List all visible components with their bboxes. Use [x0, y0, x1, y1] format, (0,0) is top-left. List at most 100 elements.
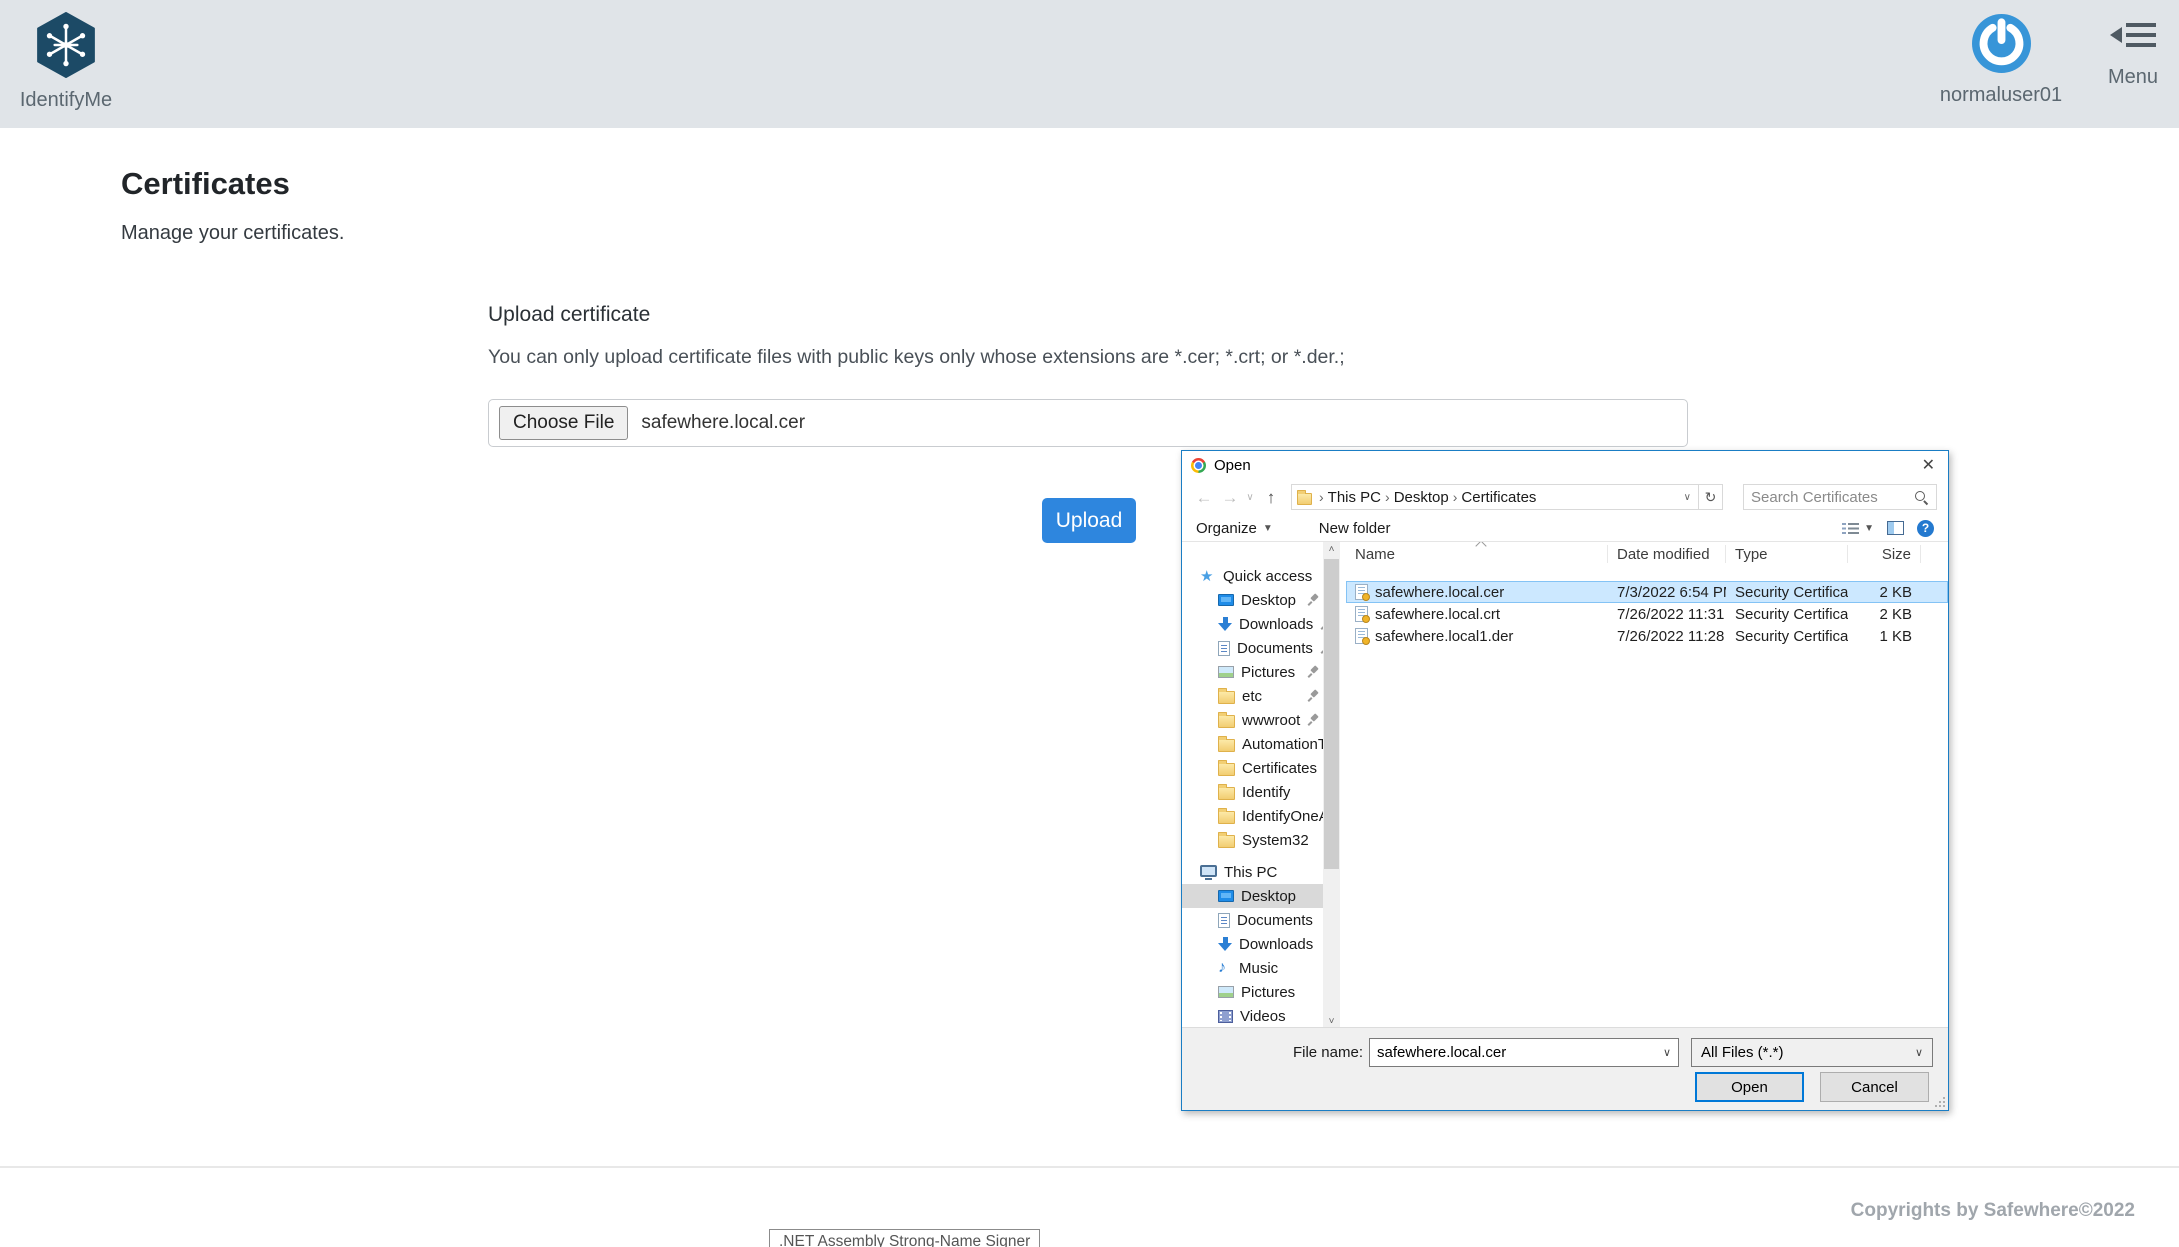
address-dropdown-icon[interactable]: ∨ [1684, 492, 1693, 503]
footer-divider [0, 1166, 2179, 1168]
resize-grip[interactable] [1943, 1105, 1945, 1107]
open-dialog: Open ✕ ← → ∨ ↑ ›This PC›Desktop›Certific… [1181, 450, 1949, 1111]
sidebar-item-label: This PC [1224, 864, 1277, 881]
pin-icon [1307, 690, 1319, 702]
search-icon [1914, 490, 1929, 505]
file-row-safewhere-local-cer[interactable]: safewhere.local.cer7/3/2022 6:54 PMSecur… [1346, 581, 1948, 603]
file-size: 2 KB [1848, 584, 1921, 601]
upload-button[interactable]: Upload [1042, 498, 1136, 543]
new-folder-button[interactable]: New folder [1319, 520, 1391, 537]
sidebar-item-videos[interactable]: Videos [1182, 1004, 1323, 1028]
pin-icon [1307, 594, 1319, 606]
sidebar-item-pictures[interactable]: Pictures [1182, 660, 1323, 684]
scroll-down-icon[interactable]: ˅ [1323, 1016, 1340, 1027]
file-date-modified: 7/26/2022 11:28 AM [1608, 628, 1726, 645]
sidebar-item-desktop[interactable]: Desktop [1182, 884, 1323, 908]
view-mode-button[interactable]: ▼ [1842, 522, 1874, 535]
menu-button[interactable]: Menu [2090, 14, 2176, 89]
page-title: Certificates [121, 166, 290, 202]
scroll-up-icon[interactable]: ˄ [1323, 544, 1340, 555]
preview-pane-icon[interactable] [1887, 521, 1904, 535]
breadcrumb-separator-icon: › [1315, 489, 1328, 505]
sidebar-item-wwwroot[interactable]: wwwroot [1182, 708, 1323, 732]
sidebar-item-system32[interactable]: System32 [1182, 828, 1323, 852]
folder-icon [1218, 835, 1235, 848]
chevron-down-icon[interactable]: ∨ [1663, 1046, 1671, 1059]
breadcrumb-segment-certificates[interactable]: Certificates [1461, 489, 1536, 506]
folder-icon [1218, 691, 1235, 704]
sidebar-item-documents[interactable]: Documents [1182, 908, 1323, 932]
sidebar-item-label: System32 [1242, 832, 1309, 849]
close-icon[interactable]: ✕ [1922, 455, 1935, 475]
upload-heading: Upload certificate [488, 303, 650, 327]
sidebar-item-label: etc [1242, 688, 1262, 705]
up-icon[interactable]: ↑ [1257, 489, 1285, 506]
organize-button[interactable]: Organize ▼ [1196, 520, 1273, 537]
breadcrumb[interactable]: ›This PC›Desktop›Certificates ∨ [1291, 484, 1699, 510]
dialog-sidebar: ★Quick accessDesktopDownloadsDocumentsPi… [1182, 542, 1323, 1029]
sidebar-item-pictures[interactable]: Pictures [1182, 980, 1323, 1004]
column-header-date-modified[interactable]: Date modified [1608, 545, 1726, 563]
chosen-file-name: safewhere.local.cer [641, 412, 805, 434]
folder-icon [1218, 811, 1235, 824]
file-row-safewhere-local-crt[interactable]: safewhere.local.crt7/26/2022 11:31 AMSec… [1346, 603, 1948, 625]
sidebar-scrollbar[interactable]: ˄ ˅ [1323, 542, 1340, 1029]
sidebar-item-this-pc[interactable]: This PC [1182, 860, 1323, 884]
open-button[interactable]: Open [1695, 1072, 1804, 1102]
file-row-safewhere-local1-der[interactable]: safewhere.local1.der7/26/2022 11:28 AMSe… [1346, 625, 1948, 647]
file-name-combo[interactable]: safewhere.local.cer ∨ [1369, 1038, 1679, 1067]
sidebar-item-automationt[interactable]: AutomationT [1182, 732, 1323, 756]
upload-description: You can only upload certificate files wi… [488, 346, 1345, 369]
sidebar-item-etc[interactable]: etc [1182, 684, 1323, 708]
back-icon[interactable]: ← [1191, 489, 1217, 506]
downloads-icon [1218, 617, 1232, 632]
refresh-button[interactable]: ↻ [1699, 484, 1723, 510]
breadcrumb-segment-desktop[interactable]: Desktop [1394, 489, 1449, 506]
sidebar-item-downloads[interactable]: Downloads [1182, 612, 1323, 636]
menu-label: Menu [2090, 66, 2176, 89]
search-input[interactable] [1751, 489, 1914, 506]
screen: IdentifyMe normaluser01 Menu Certificate… [0, 0, 2179, 1247]
sidebar-item-certificates[interactable]: Certificates [1182, 756, 1323, 780]
copyright-text: Copyrights by Safewhere©2022 [1851, 1200, 2135, 1222]
sidebar-item-identify[interactable]: Identify [1182, 780, 1323, 804]
thispc-icon [1200, 865, 1217, 877]
file-list: Name Date modified Type Size safewhere.l… [1346, 542, 1948, 1029]
dialog-titlebar[interactable]: Open ✕ [1182, 451, 1948, 479]
folder-icon [1218, 739, 1235, 752]
breadcrumb-segment-this-pc[interactable]: This PC [1328, 489, 1381, 506]
sidebar-item-desktop[interactable]: Desktop [1182, 588, 1323, 612]
sidebar-item-label: Documents [1237, 912, 1313, 929]
folder-icon [1218, 787, 1235, 800]
cancel-button[interactable]: Cancel [1820, 1072, 1929, 1102]
file-input-tooltip: .NET Assembly Strong-Name Signer [769, 1229, 1040, 1247]
user-menu[interactable]: normaluser01 [1936, 14, 2066, 107]
sidebar-item-label: Downloads [1239, 936, 1313, 953]
sidebar-item-label: Quick access [1223, 568, 1312, 585]
pictures-icon [1218, 986, 1234, 998]
history-dropdown-icon[interactable]: ∨ [1243, 492, 1257, 503]
file-type-combo[interactable]: All Files (*.*) ∨ [1691, 1038, 1933, 1067]
logout-icon [1972, 60, 2031, 77]
sidebar-item-documents[interactable]: Documents [1182, 636, 1323, 660]
search-box[interactable] [1743, 484, 1937, 510]
help-icon[interactable]: ? [1917, 520, 1934, 537]
column-header-size[interactable]: Size [1848, 545, 1921, 563]
documents-icon [1218, 641, 1230, 656]
sidebar-item-downloads[interactable]: Downloads [1182, 932, 1323, 956]
sidebar-item-identifyoneadm[interactable]: IdentifyOneAdm [1182, 804, 1323, 828]
column-header-type[interactable]: Type [1726, 545, 1848, 563]
sidebar-item-label: Identify [1242, 784, 1290, 801]
list-view-icon [1842, 522, 1859, 535]
forward-icon[interactable]: → [1217, 489, 1243, 506]
user-name: normaluser01 [1936, 84, 2066, 107]
scrollbar-thumb[interactable] [1324, 559, 1339, 869]
breadcrumb-separator-icon: › [1381, 489, 1394, 505]
menu-icon [2110, 20, 2156, 60]
chevron-down-icon[interactable]: ∨ [1915, 1046, 1923, 1059]
sidebar-item-music[interactable]: ♪Music [1182, 956, 1323, 980]
pictures-icon [1218, 666, 1234, 678]
sidebar-item-quick-access[interactable]: ★Quick access [1182, 564, 1323, 588]
certificate-file-input[interactable]: Choose File safewhere.local.cer [488, 399, 1688, 447]
choose-file-button[interactable]: Choose File [499, 406, 628, 440]
